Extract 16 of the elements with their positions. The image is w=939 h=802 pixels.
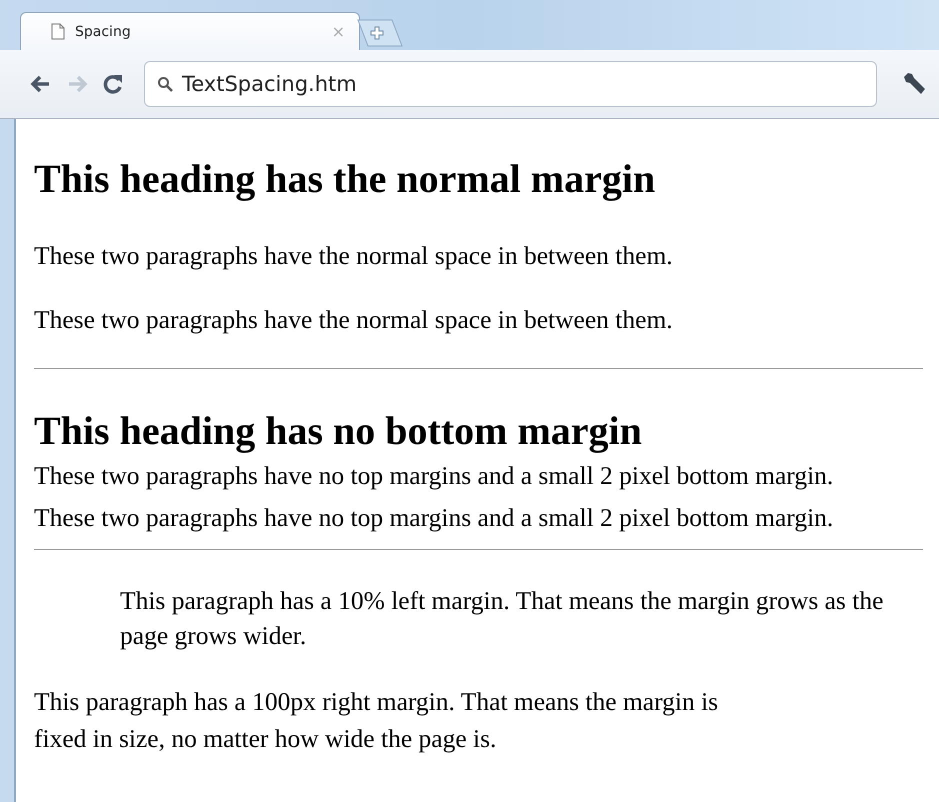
paragraph: This paragraph has a 10% left margin. That means the margin grows as the page grows wider. [120,585,884,652]
paragraph: These two paragraphs have no top margins and a small 2 pixel bottom margin. [34,502,834,534]
paragraph: These two paragraphs have the normal space in between them. [34,240,674,272]
heading: This heading has no bottom margin [34,408,643,454]
browser-tab[interactable]: Spacing × [20,12,360,50]
new-tab-button[interactable] [356,18,404,48]
tab-title: Spacing [75,24,132,40]
search-icon [157,76,174,92]
page-icon [51,23,65,40]
back-button[interactable] [30,74,52,94]
paragraph: This paragraph has a 100px right margin. That means the margin is fixed in size, no matter how wide the page is. [34,686,720,755]
paragraph: These two paragraphs have no top margins and a small 2 pixel bottom margin. [34,460,834,492]
address-field[interactable]: TextSpacing.htm [144,61,877,107]
reload-button[interactable] [102,73,124,95]
paragraph: These two paragraphs have the normal space in between them. [34,304,674,336]
heading: This heading has the normal margin [34,156,656,202]
